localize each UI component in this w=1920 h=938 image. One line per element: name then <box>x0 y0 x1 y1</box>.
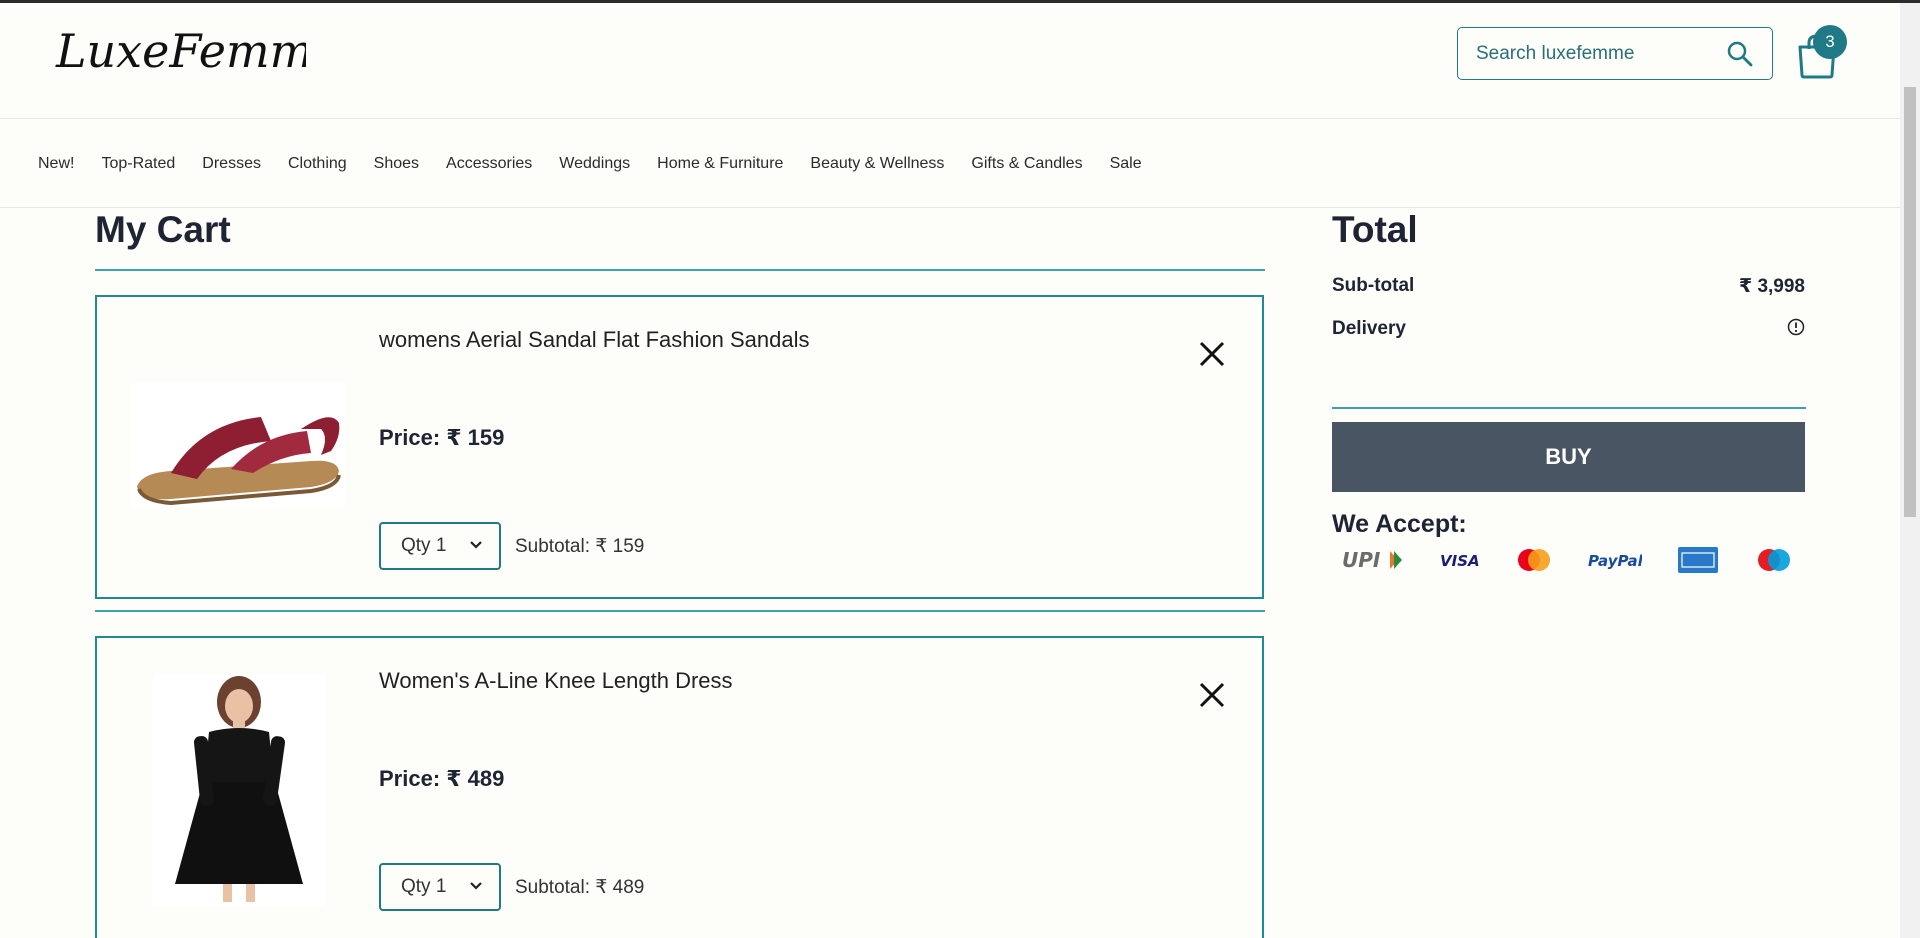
upi-logo-icon: UPI <box>1342 548 1402 572</box>
mastercard-logo-icon <box>1518 549 1550 571</box>
search-input[interactable] <box>1476 42 1726 65</box>
quantity-value: Qty 1 <box>401 535 447 556</box>
delivery-row: Delivery <box>1332 318 1805 340</box>
site-logo[interactable]: LuxeFemme <box>54 19 340 85</box>
subtotal-row: Sub-total ₹ 3,998 <box>1332 275 1805 298</box>
cart-title: My Cart <box>95 209 231 250</box>
scrollbar-thumb[interactable] <box>1904 87 1916 517</box>
maestro-logo-icon <box>1758 549 1790 571</box>
quantity-value: Qty 1 <box>401 876 447 897</box>
nav-item-new[interactable]: New! <box>38 155 74 173</box>
svg-text:VISA: VISA <box>1440 552 1480 570</box>
search-box[interactable] <box>1457 27 1773 80</box>
svg-text:PayPal: PayPal <box>1588 552 1642 570</box>
buy-button[interactable]: BUY <box>1332 422 1805 492</box>
logo-script-art: LuxeFemme <box>55 24 340 78</box>
nav-item-top-rated[interactable]: Top-Rated <box>101 155 175 173</box>
info-icon[interactable] <box>1787 318 1805 336</box>
we-accept-title: We Accept: <box>1332 510 1467 538</box>
nav-item-weddings[interactable]: Weddings <box>559 155 630 173</box>
nav-item-dresses[interactable]: Dresses <box>202 155 261 173</box>
product-name[interactable]: Women's A-Line Knee Length Dress <box>379 668 733 694</box>
product-price: Price: ₹ 159 <box>379 425 505 450</box>
chevron-down-icon <box>470 541 482 549</box>
category-nav: New! Top-Rated Dresses Clothing Shoes Ac… <box>38 155 1169 173</box>
nav-item-sale[interactable]: Sale <box>1110 155 1142 173</box>
nav-item-gifts-candles[interactable]: Gifts & Candles <box>971 155 1082 173</box>
close-icon[interactable] <box>1197 680 1227 710</box>
item-subtotal: Subtotal: ₹ 159 <box>515 536 645 557</box>
item-divider <box>95 610 1265 612</box>
cart-title-divider <box>95 269 1265 271</box>
quantity-select[interactable]: Qty 1 <box>379 522 501 570</box>
chevron-down-icon <box>470 882 482 890</box>
product-name[interactable]: womens Aerial Sandal Flat Fashion Sandal… <box>379 327 809 353</box>
search-icon[interactable] <box>1726 40 1754 68</box>
american-express-logo-icon <box>1678 547 1718 573</box>
nav-item-beauty-wellness[interactable]: Beauty & Wellness <box>810 155 944 173</box>
visa-logo-icon: VISA <box>1440 552 1480 570</box>
paypal-logo-icon: PayPal <box>1588 552 1642 570</box>
quantity-select[interactable]: Qty 1 <box>379 863 501 911</box>
subtotal-label: Sub-total <box>1332 275 1415 296</box>
nav-item-home-furniture[interactable]: Home & Furniture <box>657 155 783 173</box>
subtotal-value: ₹ 3,998 <box>1738 276 1805 297</box>
svg-text:LuxeFemme: LuxeFemme <box>55 24 306 78</box>
page-scrollbar[interactable] <box>1900 3 1920 938</box>
product-price: Price: ₹ 489 <box>379 766 505 791</box>
total-title: Total <box>1332 209 1418 250</box>
site-header: LuxeFemme 3 <box>0 3 1900 119</box>
summary-divider <box>1332 407 1806 409</box>
cart-item: Women's A-Line Knee Length Dress Price: … <box>95 636 1264 938</box>
cart-count-badge: 3 <box>1813 25 1847 59</box>
close-icon[interactable] <box>1197 339 1227 369</box>
delivery-label: Delivery <box>1332 318 1406 339</box>
payment-logos: UPI VISA PayPal <box>1340 545 1830 575</box>
nav-item-clothing[interactable]: Clothing <box>288 155 347 173</box>
cart-item: womens Aerial Sandal Flat Fashion Sandal… <box>95 295 1264 599</box>
sandal-product-image[interactable] <box>131 383 345 507</box>
svg-text:UPI: UPI <box>1342 548 1381 572</box>
dress-product-image[interactable] <box>153 674 325 906</box>
nav-divider <box>0 207 1900 208</box>
nav-item-accessories[interactable]: Accessories <box>446 155 532 173</box>
item-subtotal: Subtotal: ₹ 489 <box>515 877 645 898</box>
nav-item-shoes[interactable]: Shoes <box>374 155 419 173</box>
